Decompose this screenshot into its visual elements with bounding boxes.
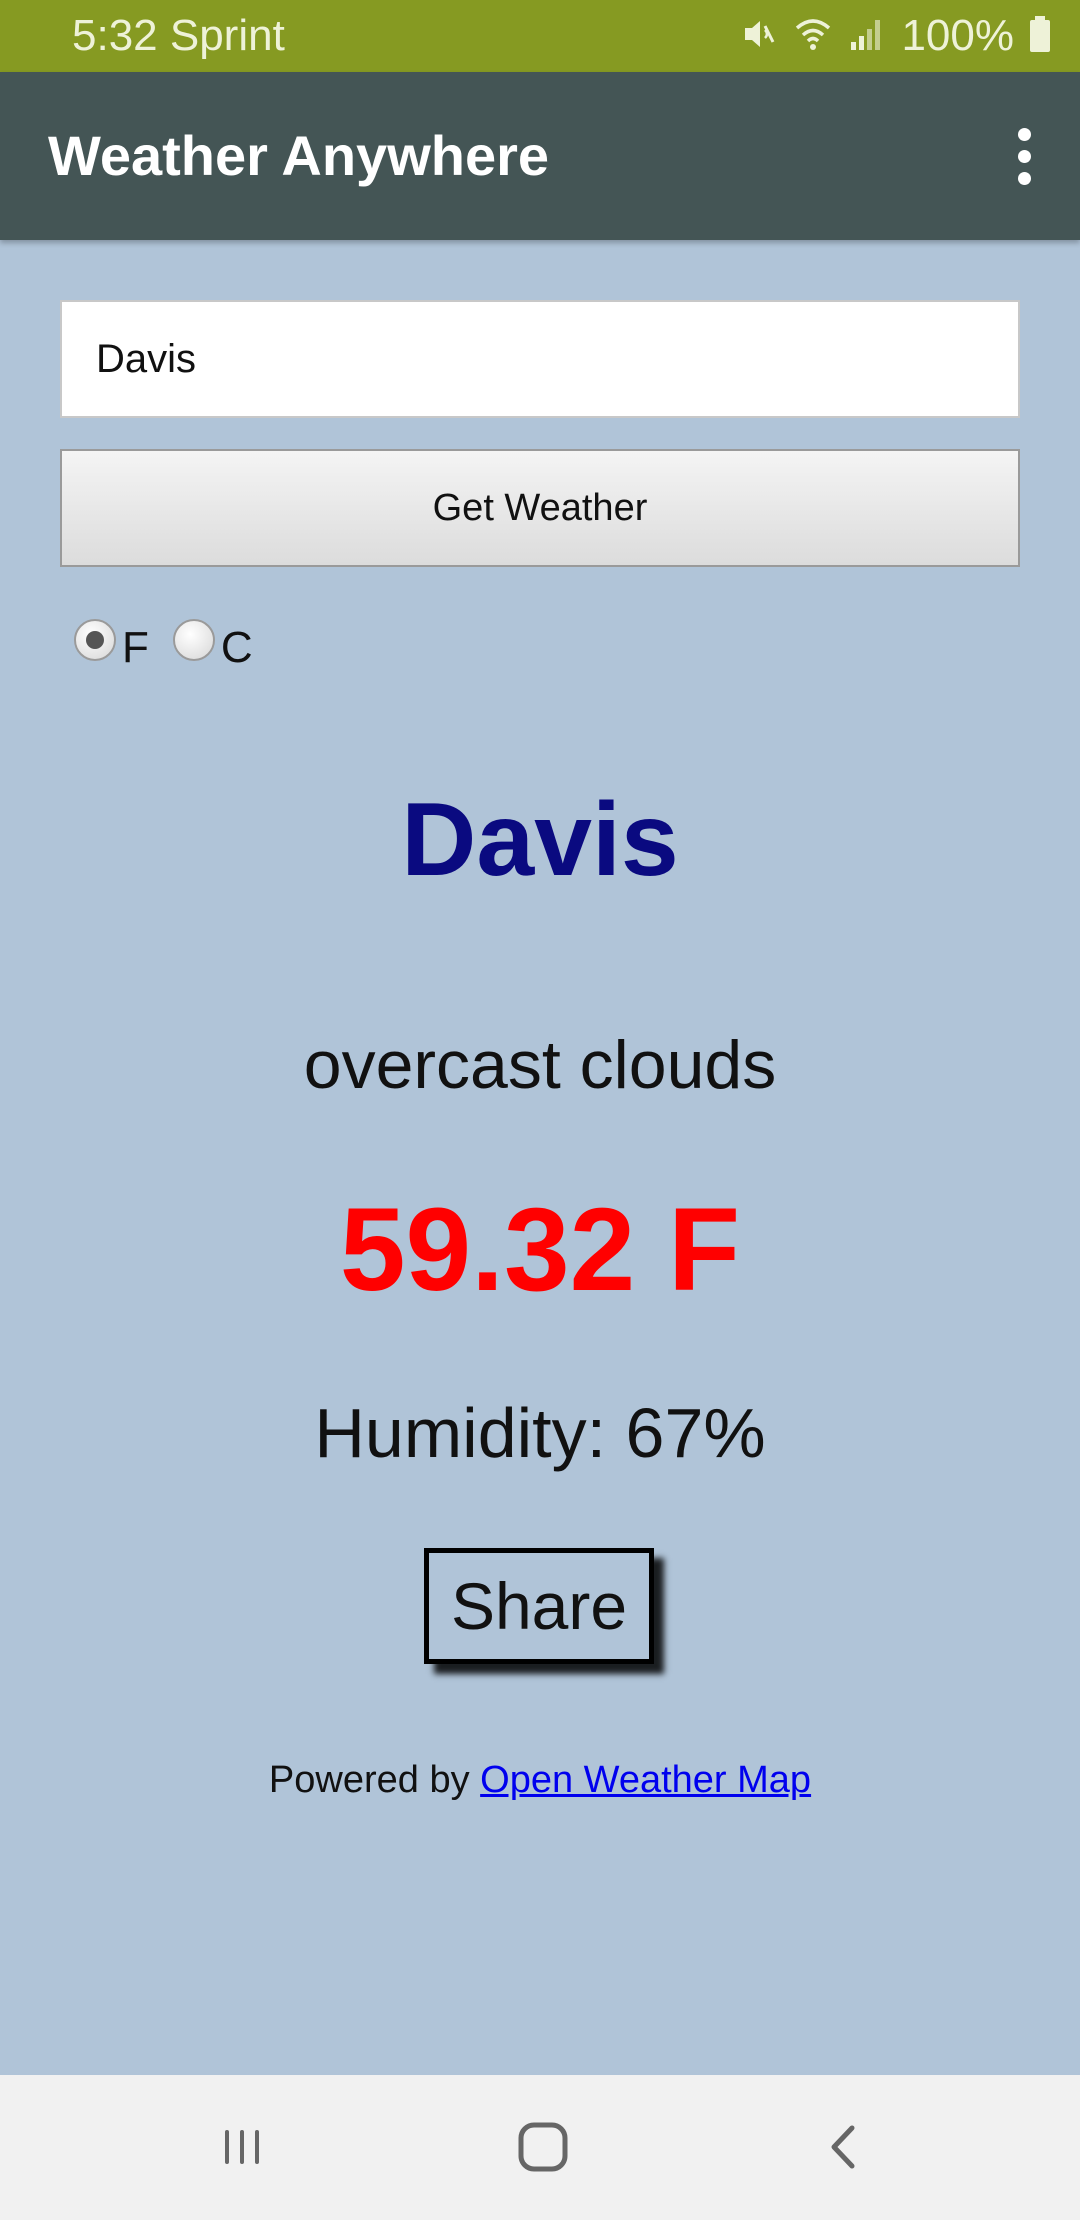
open-weather-map-link[interactable]: Open Weather Map <box>480 1759 811 1801</box>
radio-fahrenheit-label[interactable]: F <box>122 623 149 673</box>
weather-description: overcast clouds <box>303 1027 777 1103</box>
wifi-icon <box>793 14 833 59</box>
status-bar: 5:32 Sprint 100% <box>0 0 1080 72</box>
more-vert-icon[interactable] <box>996 118 1052 194</box>
powered-by-prefix: Powered by <box>268 1759 481 1801</box>
battery-icon <box>1028 14 1052 59</box>
radio-fahrenheit[interactable]: F <box>74 607 149 673</box>
city-input[interactable] <box>60 300 1020 418</box>
home-icon[interactable] <box>498 2107 588 2187</box>
status-icons: 100% <box>739 8 1052 64</box>
powered-by: Powered by Open Weather Map <box>0 1755 1080 1805</box>
navigation-bar <box>0 2075 1080 2220</box>
units-radio-group: F C <box>74 600 277 680</box>
app-title: Weather Anywhere <box>48 124 550 187</box>
battery-percent: 100% <box>901 11 1014 60</box>
humidity: Humidity: 67% <box>314 1394 766 1472</box>
radio-celsius[interactable]: C <box>172 607 253 673</box>
app-bar: Weather Anywhere <box>0 72 1080 240</box>
radio-celsius-circle[interactable] <box>172 619 215 661</box>
signal-icon <box>847 14 887 59</box>
radio-celsius-label[interactable]: C <box>221 623 253 673</box>
back-icon[interactable] <box>800 2107 890 2187</box>
temperature: 59.32 F <box>339 1184 741 1316</box>
mute-icon <box>739 14 779 59</box>
get-weather-button[interactable]: Get Weather <box>60 449 1020 567</box>
recents-icon[interactable] <box>197 2107 287 2187</box>
share-button[interactable]: Share <box>424 1548 654 1664</box>
radio-fahrenheit-circle[interactable] <box>74 619 116 661</box>
city-name: Davis <box>401 782 679 898</box>
status-time: 5:32 Sprint <box>72 11 285 60</box>
